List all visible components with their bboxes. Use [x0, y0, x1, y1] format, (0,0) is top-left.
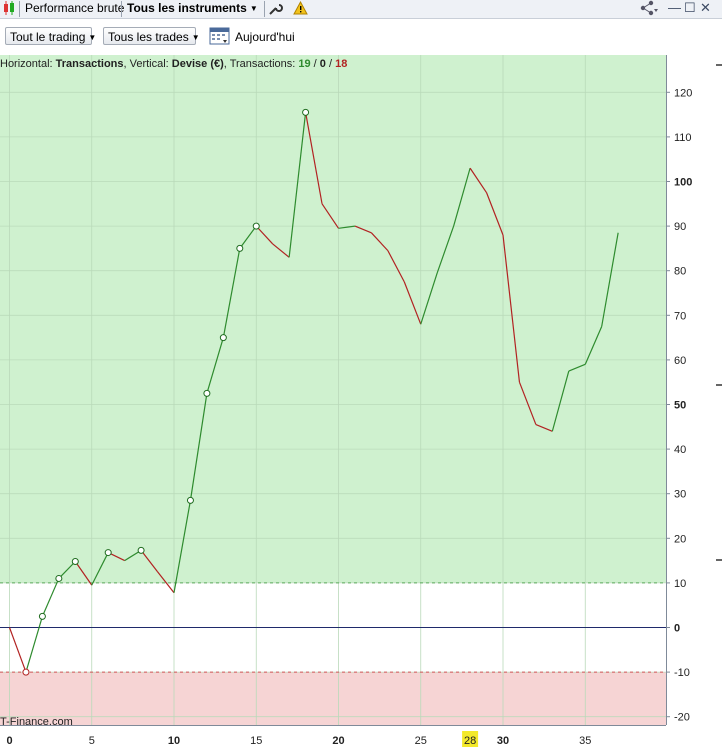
toolbar: Tout le trading ▼ Tous les trades ▼ Aujour… [0, 19, 722, 55]
maximize-icon[interactable]: ☐ [684, 0, 696, 16]
data-point-marker[interactable] [71, 557, 79, 565]
data-point-marker[interactable] [186, 496, 194, 504]
trades-filter-dropdown[interactable]: Tous les trades ▼ [103, 27, 200, 45]
minimize-icon[interactable]: — [668, 0, 681, 16]
x-tick-label: 0 [6, 735, 12, 747]
data-point-marker[interactable] [252, 222, 260, 230]
watermark: T-Finance.com [0, 716, 73, 728]
data-point-marker[interactable] [137, 546, 145, 554]
y-tick-label: -10 [674, 667, 690, 679]
x-tick-label: 20 [332, 735, 344, 747]
y-tick-label: 50 [674, 400, 686, 412]
data-point-marker[interactable] [55, 574, 63, 582]
separator [121, 1, 122, 17]
data-point-marker[interactable] [203, 389, 211, 397]
warning-icon[interactable] [293, 0, 308, 19]
today-button[interactable]: Aujourd'hui [235, 30, 295, 44]
performance-chart: Horizontal: Transactions, Vertical: Devi… [0, 55, 722, 750]
chevron-down-icon: ▼ [249, 4, 258, 13]
trades-filter-label: Tous les trades [108, 30, 189, 44]
data-point-marker[interactable] [236, 244, 244, 252]
x-tick-label: 25 [415, 735, 427, 747]
instrument-selector[interactable]: Tous les instruments ▼ [127, 0, 258, 18]
y-tick-label: 70 [674, 310, 686, 322]
share-icon[interactable] [639, 0, 659, 20]
calendar-icon[interactable] [209, 25, 230, 49]
y-tick-label: 40 [674, 444, 686, 456]
win-zone [0, 55, 666, 583]
y-tick-label: 90 [674, 221, 686, 233]
x-tick-label: 10 [168, 735, 180, 747]
y-tick-label: 20 [674, 533, 686, 545]
data-point-marker[interactable] [302, 108, 310, 116]
data-point-marker[interactable] [219, 334, 227, 342]
instrument-selector-label: Tous les instruments [127, 1, 247, 15]
separator [264, 1, 265, 17]
performance-tab[interactable]: Performance brute [25, 0, 124, 18]
x-tick-label: 15 [250, 735, 262, 747]
title-bar: Performance brute Tous les instruments ▼ … [0, 0, 722, 19]
separator [19, 1, 20, 17]
y-tick-label: -20 [674, 712, 690, 724]
close-icon[interactable]: ✕ [700, 0, 711, 16]
x-tick-label: 5 [89, 735, 95, 747]
chart-header: Horizontal: Transactions, Vertical: Devi… [0, 58, 347, 70]
x-tick-label: 35 [579, 735, 591, 747]
y-tick-label: 60 [674, 355, 686, 367]
y-tick-label: 0 [674, 623, 680, 635]
y-tick-label: 100 [674, 177, 692, 189]
y-tick-label: 80 [674, 266, 686, 278]
y-tick-label: 120 [674, 87, 692, 99]
candlestick-chart-icon [2, 0, 16, 18]
x-tick-label: 30 [497, 735, 509, 747]
data-point-marker[interactable] [104, 549, 112, 557]
y-tick-label: 30 [674, 489, 686, 501]
data-point-marker[interactable] [38, 612, 46, 620]
x-highlight-label: 28 [464, 735, 476, 747]
data-point-marker[interactable] [22, 668, 30, 676]
chevron-down-icon: ▼ [88, 33, 97, 42]
wrench-icon[interactable] [268, 1, 283, 19]
trading-filter-label: Tout le trading [10, 30, 86, 44]
chevron-down-icon: ▼ [191, 33, 200, 42]
y-tick-label: 110 [674, 132, 692, 144]
y-tick-label: 10 [674, 578, 686, 590]
trading-filter-dropdown[interactable]: Tout le trading ▼ [5, 27, 96, 45]
